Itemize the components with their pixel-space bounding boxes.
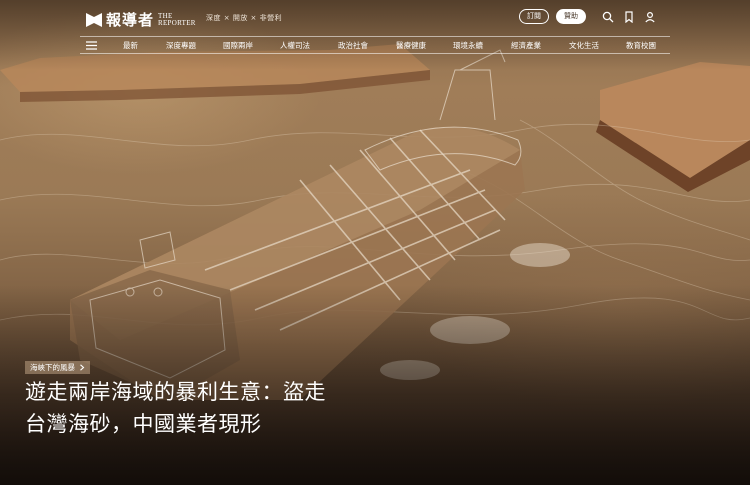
logo-chinese: 報導者 xyxy=(106,11,155,29)
nav-item-economy[interactable]: 經濟產業 xyxy=(511,40,541,51)
nav-item-human-rights[interactable]: 人權司法 xyxy=(280,40,310,51)
header-actions: 訂閱 贊助 xyxy=(519,9,656,24)
tagline: 深度 × 開放 × 非營利 xyxy=(206,14,283,22)
chevron-right-icon xyxy=(80,364,85,371)
nav-item-culture[interactable]: 文化生活 xyxy=(569,40,599,51)
nav-item-in-depth[interactable]: 深度專題 xyxy=(166,40,196,51)
article-headline[interactable]: 遊走兩岸海域的暴利生意：盜走 台灣海砂，中國業者現形 xyxy=(25,376,385,440)
bookmark-icon[interactable] xyxy=(623,10,635,23)
main-nav: 最新 深度專題 國際兩岸 人權司法 政治社會 醫療健康 環境永續 經濟產業 文化… xyxy=(80,36,670,54)
user-icon[interactable] xyxy=(644,11,656,23)
nav-item-health[interactable]: 醫療健康 xyxy=(396,40,426,51)
headline-line-2: 台灣海砂，中國業者現形 xyxy=(25,412,262,436)
hamburger-menu-icon[interactable] xyxy=(86,41,97,50)
category-label: 海峽下的風暴 xyxy=(30,363,75,372)
search-icon[interactable] xyxy=(602,11,614,23)
nav-item-politics[interactable]: 政治社會 xyxy=(338,40,368,51)
logo-mark-icon xyxy=(86,12,102,27)
logo-english: THE REPORTER xyxy=(158,12,196,27)
subscribe-button[interactable]: 訂閱 xyxy=(519,9,549,24)
nav-item-latest[interactable]: 最新 xyxy=(123,40,138,51)
headline-line-1: 遊走兩岸海域的暴利生意：盜走 xyxy=(25,380,326,404)
nav-item-environment[interactable]: 環境永續 xyxy=(453,40,483,51)
top-header: 報導者 THE REPORTER 深度 × 開放 × 非營利 訂閱 贊助 xyxy=(0,0,750,36)
nav-item-international[interactable]: 國際兩岸 xyxy=(223,40,253,51)
category-tag[interactable]: 海峽下的風暴 xyxy=(25,361,90,374)
nav-item-education[interactable]: 教育校園 xyxy=(626,40,656,51)
site-logo[interactable]: 報導者 THE REPORTER xyxy=(86,9,196,30)
donate-button[interactable]: 贊助 xyxy=(556,9,586,24)
logo-english-line2: REPORTER xyxy=(158,18,196,27)
